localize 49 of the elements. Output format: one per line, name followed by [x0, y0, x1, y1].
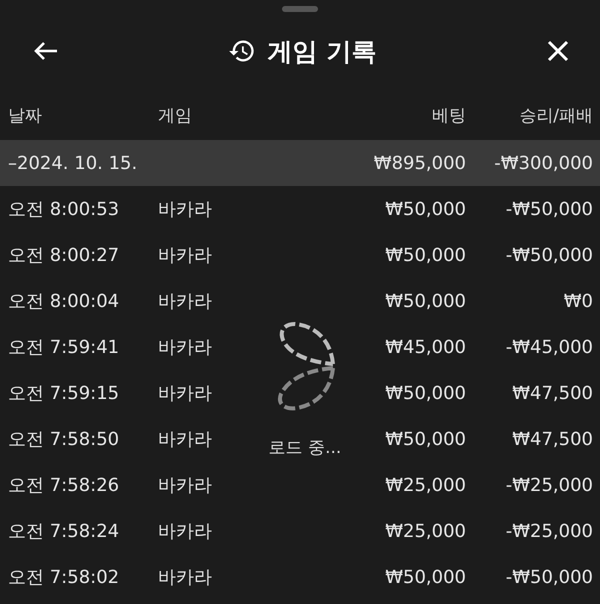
bet-cell: ₩25,000	[385, 474, 466, 496]
result-cell: -₩50,000	[506, 566, 593, 588]
bet-cell: ₩895,000	[374, 152, 466, 174]
column-header: 게임	[158, 104, 193, 126]
time-cell-text: 오전 8:00:04	[8, 290, 120, 313]
game-cell-text: 바카라	[158, 336, 212, 359]
game-cell-text: 바카라	[158, 382, 212, 405]
bet-cell: ₩50,000	[385, 382, 466, 404]
result-cell: -₩50,000	[506, 244, 593, 266]
column-header: 날짜	[8, 104, 43, 126]
bet-cell: ₩50,000	[385, 198, 466, 220]
result-cell: ₩0	[564, 290, 593, 312]
bet-cell: ₩45,000	[385, 336, 466, 358]
time-cell-text: 오전 7:58:50	[8, 428, 120, 451]
loading-text: 로드 중...	[268, 437, 342, 459]
game-cell-text: 바카라	[158, 290, 212, 313]
column-header: 승리/패배	[518, 104, 593, 126]
game-cell-text: 바카라	[158, 474, 212, 497]
result-cell: -₩50,000	[506, 198, 593, 220]
result-cell: -₩300,000	[494, 152, 593, 174]
result-cell: -₩25,000	[506, 474, 593, 496]
time-cell-text: 오전 8:00:53	[8, 198, 120, 221]
result-cell: ₩47,500	[512, 382, 593, 404]
time-cell-text: 오전 7:58:02	[8, 566, 120, 589]
date-cell: –2024. 10. 15.	[8, 152, 138, 174]
bet-cell: ₩50,000	[385, 428, 466, 450]
bet-cell: ₩50,000	[385, 566, 466, 588]
close-icon	[546, 39, 570, 63]
time-cell-text: 오전 7:59:15	[8, 382, 120, 405]
bet-cell: ₩50,000	[385, 244, 466, 266]
game-cell-text: 바카라	[158, 566, 212, 589]
time-cell-text: 오전 7:58:24	[8, 520, 120, 543]
result-cell: ₩47,500	[512, 428, 593, 450]
game-cell-text: 바카라	[158, 520, 212, 543]
time-cell-text: 오전 8:00:27	[8, 244, 120, 267]
back-icon	[33, 40, 59, 62]
bet-cell: ₩50,000	[385, 290, 466, 312]
time-cell-text: 오전 7:59:41	[8, 336, 120, 359]
drag-handle[interactable]	[282, 6, 318, 12]
game-cell-text: 바카라	[158, 244, 212, 267]
summary-row[interactable]: –2024. 10. 15. ₩895,000 -₩300,000	[0, 140, 600, 186]
window-title: 게임 기록	[268, 36, 376, 68]
game-cell-text: 바카라	[158, 198, 212, 221]
time-cell-text: 오전 7:58:26	[8, 474, 120, 497]
result-cell: -₩25,000	[506, 520, 593, 542]
result-cell: -₩45,000	[506, 336, 593, 358]
column-header: 베팅	[431, 104, 466, 126]
game-cell-text: 바카라	[158, 428, 212, 451]
bet-cell: ₩25,000	[385, 520, 466, 542]
